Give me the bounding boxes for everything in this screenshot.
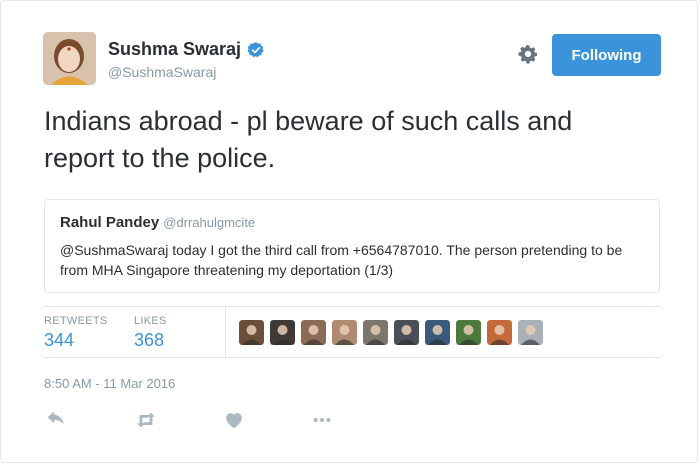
heart-icon[interactable] — [222, 409, 246, 431]
author-name[interactable]: Sushma Swaraj — [108, 39, 241, 60]
reply-icon[interactable] — [44, 409, 68, 431]
liker-avatar[interactable] — [239, 320, 264, 345]
following-button[interactable]: Following — [552, 34, 661, 76]
quoted-tweet-text: @SushmaSwaraj today I got the third call… — [60, 242, 623, 278]
retweets-count: 344 — [44, 330, 75, 350]
likes-stat[interactable]: LIKES 368 — [134, 315, 167, 351]
liker-avatar[interactable] — [425, 320, 450, 345]
likes-label: LIKES — [134, 315, 167, 327]
author-handle[interactable]: @SushmaSwaraj — [108, 64, 216, 80]
liker-avatar[interactable] — [301, 320, 326, 345]
liker-avatar[interactable] — [394, 320, 419, 345]
author-name-row: Sushma Swaraj — [108, 39, 265, 60]
likes-count: 368 — [134, 330, 165, 350]
quoted-author: Rahul Pandey @drrahulgmcite — [60, 214, 255, 232]
quoted-author-name: Rahul Pandey — [60, 214, 160, 231]
tweet-stats: RETWEETS 344 LIKES 368 — [44, 306, 660, 358]
liker-avatar[interactable] — [518, 320, 543, 345]
avatar[interactable] — [43, 32, 96, 85]
gear-icon[interactable] — [517, 43, 539, 65]
retweets-label: RETWEETS — [44, 315, 108, 327]
verified-badge-icon — [247, 41, 264, 57]
tweet-timestamp[interactable]: 8:50 AM - 11 Mar 2016 — [44, 376, 175, 391]
tweet-card: Sushma Swaraj @SushmaSwaraj Following In… — [0, 0, 698, 463]
stats-divider — [225, 307, 226, 358]
liker-avatars — [239, 320, 543, 345]
quoted-tweet[interactable]: Rahul Pandey @drrahulgmcite @SushmaSwaraj… — [44, 199, 660, 293]
liker-avatar[interactable] — [332, 320, 357, 345]
tweet-text: Indians abroad - pl beware of such calls… — [44, 106, 573, 173]
retweet-icon[interactable] — [134, 409, 158, 431]
avatar-image — [43, 32, 96, 85]
liker-avatar[interactable] — [270, 320, 295, 345]
more-icon[interactable] — [310, 409, 334, 431]
liker-avatar[interactable] — [487, 320, 512, 345]
tweet-actions — [44, 409, 334, 431]
liker-avatar[interactable] — [363, 320, 388, 345]
retweets-stat[interactable]: RETWEETS 344 — [44, 315, 108, 351]
quoted-author-handle: @drrahulgmcite — [163, 215, 256, 230]
liker-avatar[interactable] — [456, 320, 481, 345]
